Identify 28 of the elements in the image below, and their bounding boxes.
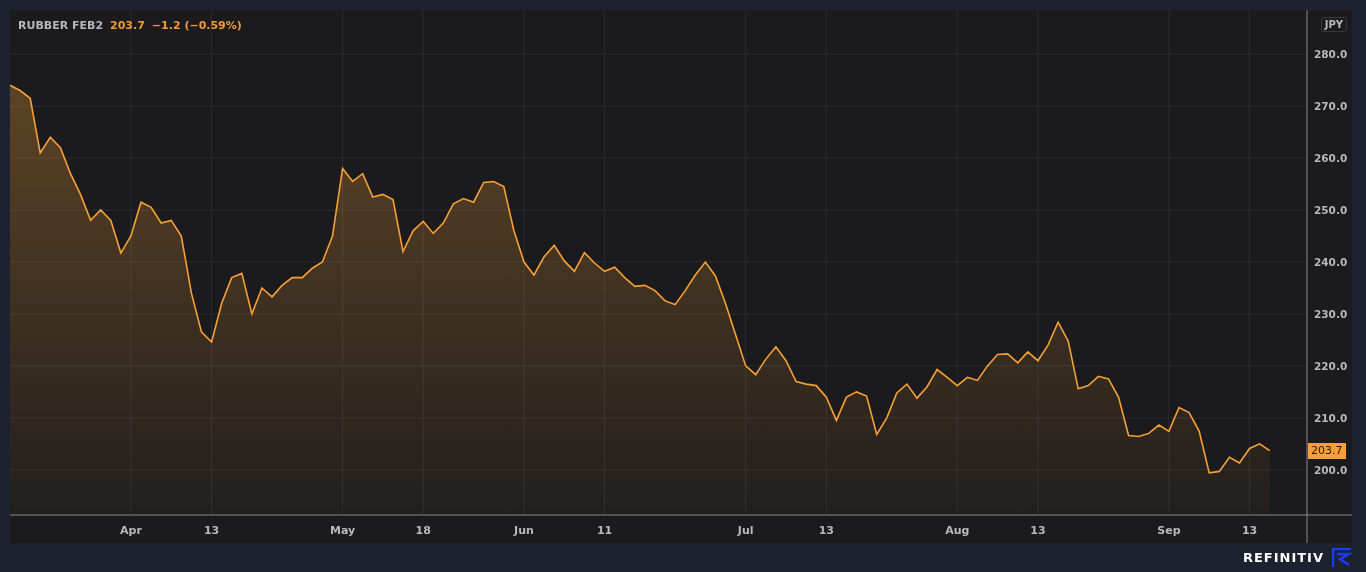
currency-badge: JPY xyxy=(1320,17,1347,32)
x-axis-label: Jun xyxy=(514,524,534,537)
x-axis-label: 13 xyxy=(203,524,220,537)
y-axis-label: 240.0 xyxy=(1314,256,1348,268)
y-axis-label: 260.0 xyxy=(1314,152,1348,165)
x-axis-label: 13 xyxy=(1030,524,1046,537)
symbol-label: RUBBER FEB2 xyxy=(18,19,104,32)
brand-name: REFINITIV xyxy=(1242,550,1324,565)
logo-icon xyxy=(1332,547,1352,568)
y-axis-label: 230.0 xyxy=(1314,307,1348,320)
last-price: 203.7 xyxy=(110,19,145,32)
x-axis-label: 13 xyxy=(1241,524,1258,537)
x-axis-label: Aug xyxy=(945,524,970,537)
x-axis-label: Sep xyxy=(1157,524,1181,537)
x-axis-label: 18 xyxy=(415,524,431,537)
y-axis-label: 250.0 xyxy=(1314,204,1348,217)
x-axis-label: 13 xyxy=(818,524,834,537)
x-axis-label: 11 xyxy=(596,524,613,537)
price-tag: 203.7 xyxy=(1308,442,1346,459)
x-axis-label: Jul xyxy=(737,524,754,537)
y-axis-label: 270.0 xyxy=(1314,100,1348,113)
y-axis-label: 220.0 xyxy=(1314,359,1348,372)
y-axis-label: 210.0 xyxy=(1314,411,1348,424)
y-axis-label: 280.0 xyxy=(1314,48,1348,61)
x-axis-label: May xyxy=(329,524,356,537)
y-axis-label: 200.0 xyxy=(1314,463,1348,476)
x-axis-label: Apr xyxy=(120,524,142,537)
price-change: −1.2 (−0.59%) xyxy=(151,19,242,32)
